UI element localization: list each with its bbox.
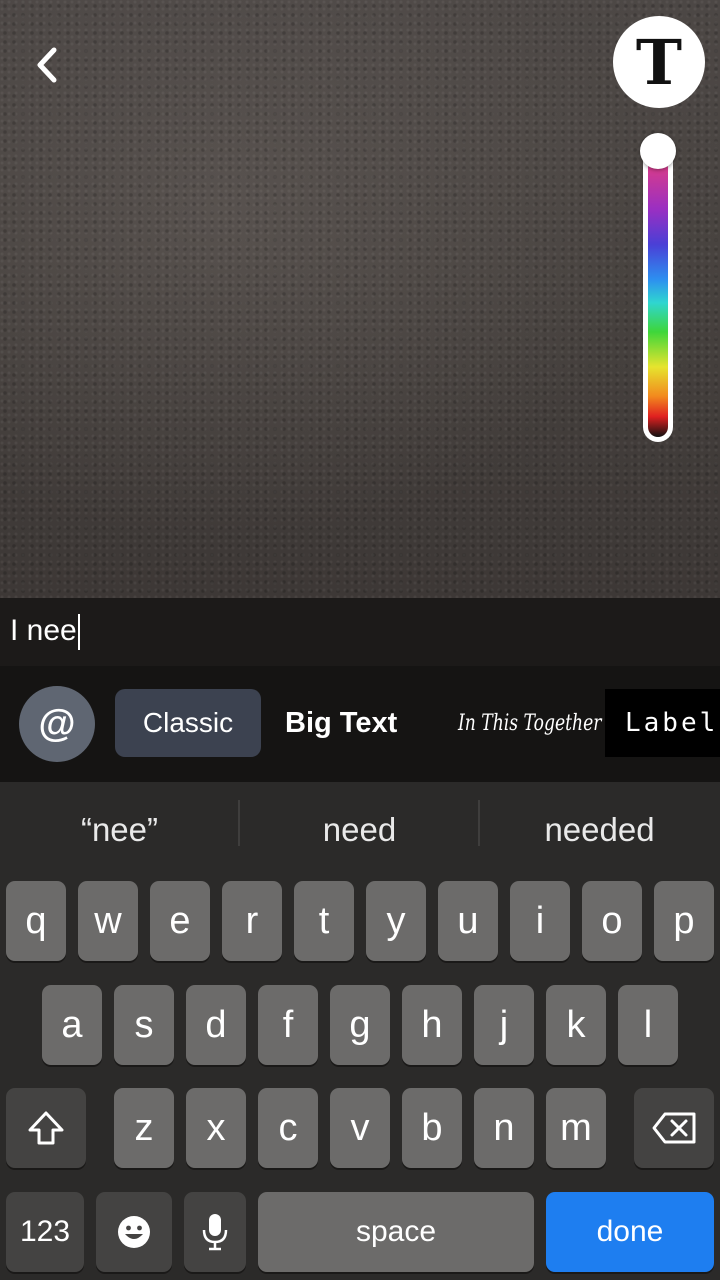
emoji-key[interactable] (96, 1192, 172, 1272)
key-x[interactable]: x (186, 1088, 246, 1168)
back-button[interactable] (22, 40, 72, 90)
key-b[interactable]: b (402, 1088, 462, 1168)
key-m[interactable]: m (546, 1088, 606, 1168)
color-slider-thumb[interactable] (640, 133, 676, 169)
suggestion-item[interactable]: needed (480, 782, 719, 878)
numbers-key[interactable]: 123 (6, 1192, 84, 1272)
key-f[interactable]: f (258, 985, 318, 1065)
style-in-this-together[interactable]: In This Together (458, 689, 601, 757)
emoji-icon (118, 1216, 150, 1248)
microphone-icon (202, 1214, 228, 1251)
key-q[interactable]: q (6, 881, 66, 961)
key-o[interactable]: o (582, 881, 642, 961)
done-key[interactable]: done (546, 1192, 714, 1272)
text-tool-label: T (635, 25, 683, 99)
shift-icon (28, 1111, 64, 1145)
text-style-picker: @ Classic Big Text In This Together Labe… (0, 666, 720, 782)
chevron-left-icon (37, 47, 57, 83)
key-z[interactable]: z (114, 1088, 174, 1168)
space-key[interactable]: space (258, 1192, 534, 1272)
caption-text: I nee (10, 613, 77, 647)
style-label[interactable]: Label (605, 689, 720, 757)
color-slider[interactable] (643, 140, 673, 442)
key-u[interactable]: u (438, 881, 498, 961)
keyboard: “nee” need needed q w e r t y u i o p a … (0, 782, 720, 1280)
key-i[interactable]: i (510, 881, 570, 961)
key-a[interactable]: a (42, 985, 102, 1065)
at-icon: @ (38, 702, 76, 745)
key-j[interactable]: j (474, 985, 534, 1065)
key-t[interactable]: t (294, 881, 354, 961)
style-big-text[interactable]: Big Text (285, 689, 397, 757)
key-h[interactable]: h (402, 985, 462, 1065)
key-g[interactable]: g (330, 985, 390, 1065)
key-s[interactable]: s (114, 985, 174, 1065)
camera-preview (0, 0, 720, 598)
mention-button[interactable]: @ (19, 686, 95, 762)
caption-bar[interactable]: I nee (0, 598, 720, 666)
key-d[interactable]: d (186, 985, 246, 1065)
suggestion-bar: “nee” need needed (0, 782, 720, 878)
delete-key[interactable] (634, 1088, 714, 1168)
key-e[interactable]: e (150, 881, 210, 961)
key-w[interactable]: w (78, 881, 138, 961)
style-classic[interactable]: Classic (115, 689, 261, 757)
text-cursor (77, 614, 80, 651)
text-tool-button[interactable]: T (613, 16, 705, 108)
backspace-icon (652, 1112, 696, 1144)
dictation-key[interactable] (184, 1192, 246, 1272)
key-p[interactable]: p (654, 881, 714, 961)
key-l[interactable]: l (618, 985, 678, 1065)
key-r[interactable]: r (222, 881, 282, 961)
key-y[interactable]: y (366, 881, 426, 961)
key-v[interactable]: v (330, 1088, 390, 1168)
suggestion-item[interactable]: “nee” (0, 782, 239, 878)
color-gradient-track (648, 145, 668, 437)
key-n[interactable]: n (474, 1088, 534, 1168)
suggestion-item[interactable]: need (240, 782, 479, 878)
key-k[interactable]: k (546, 985, 606, 1065)
key-c[interactable]: c (258, 1088, 318, 1168)
shift-key[interactable] (6, 1088, 86, 1168)
caption-input[interactable]: I nee (10, 613, 80, 651)
